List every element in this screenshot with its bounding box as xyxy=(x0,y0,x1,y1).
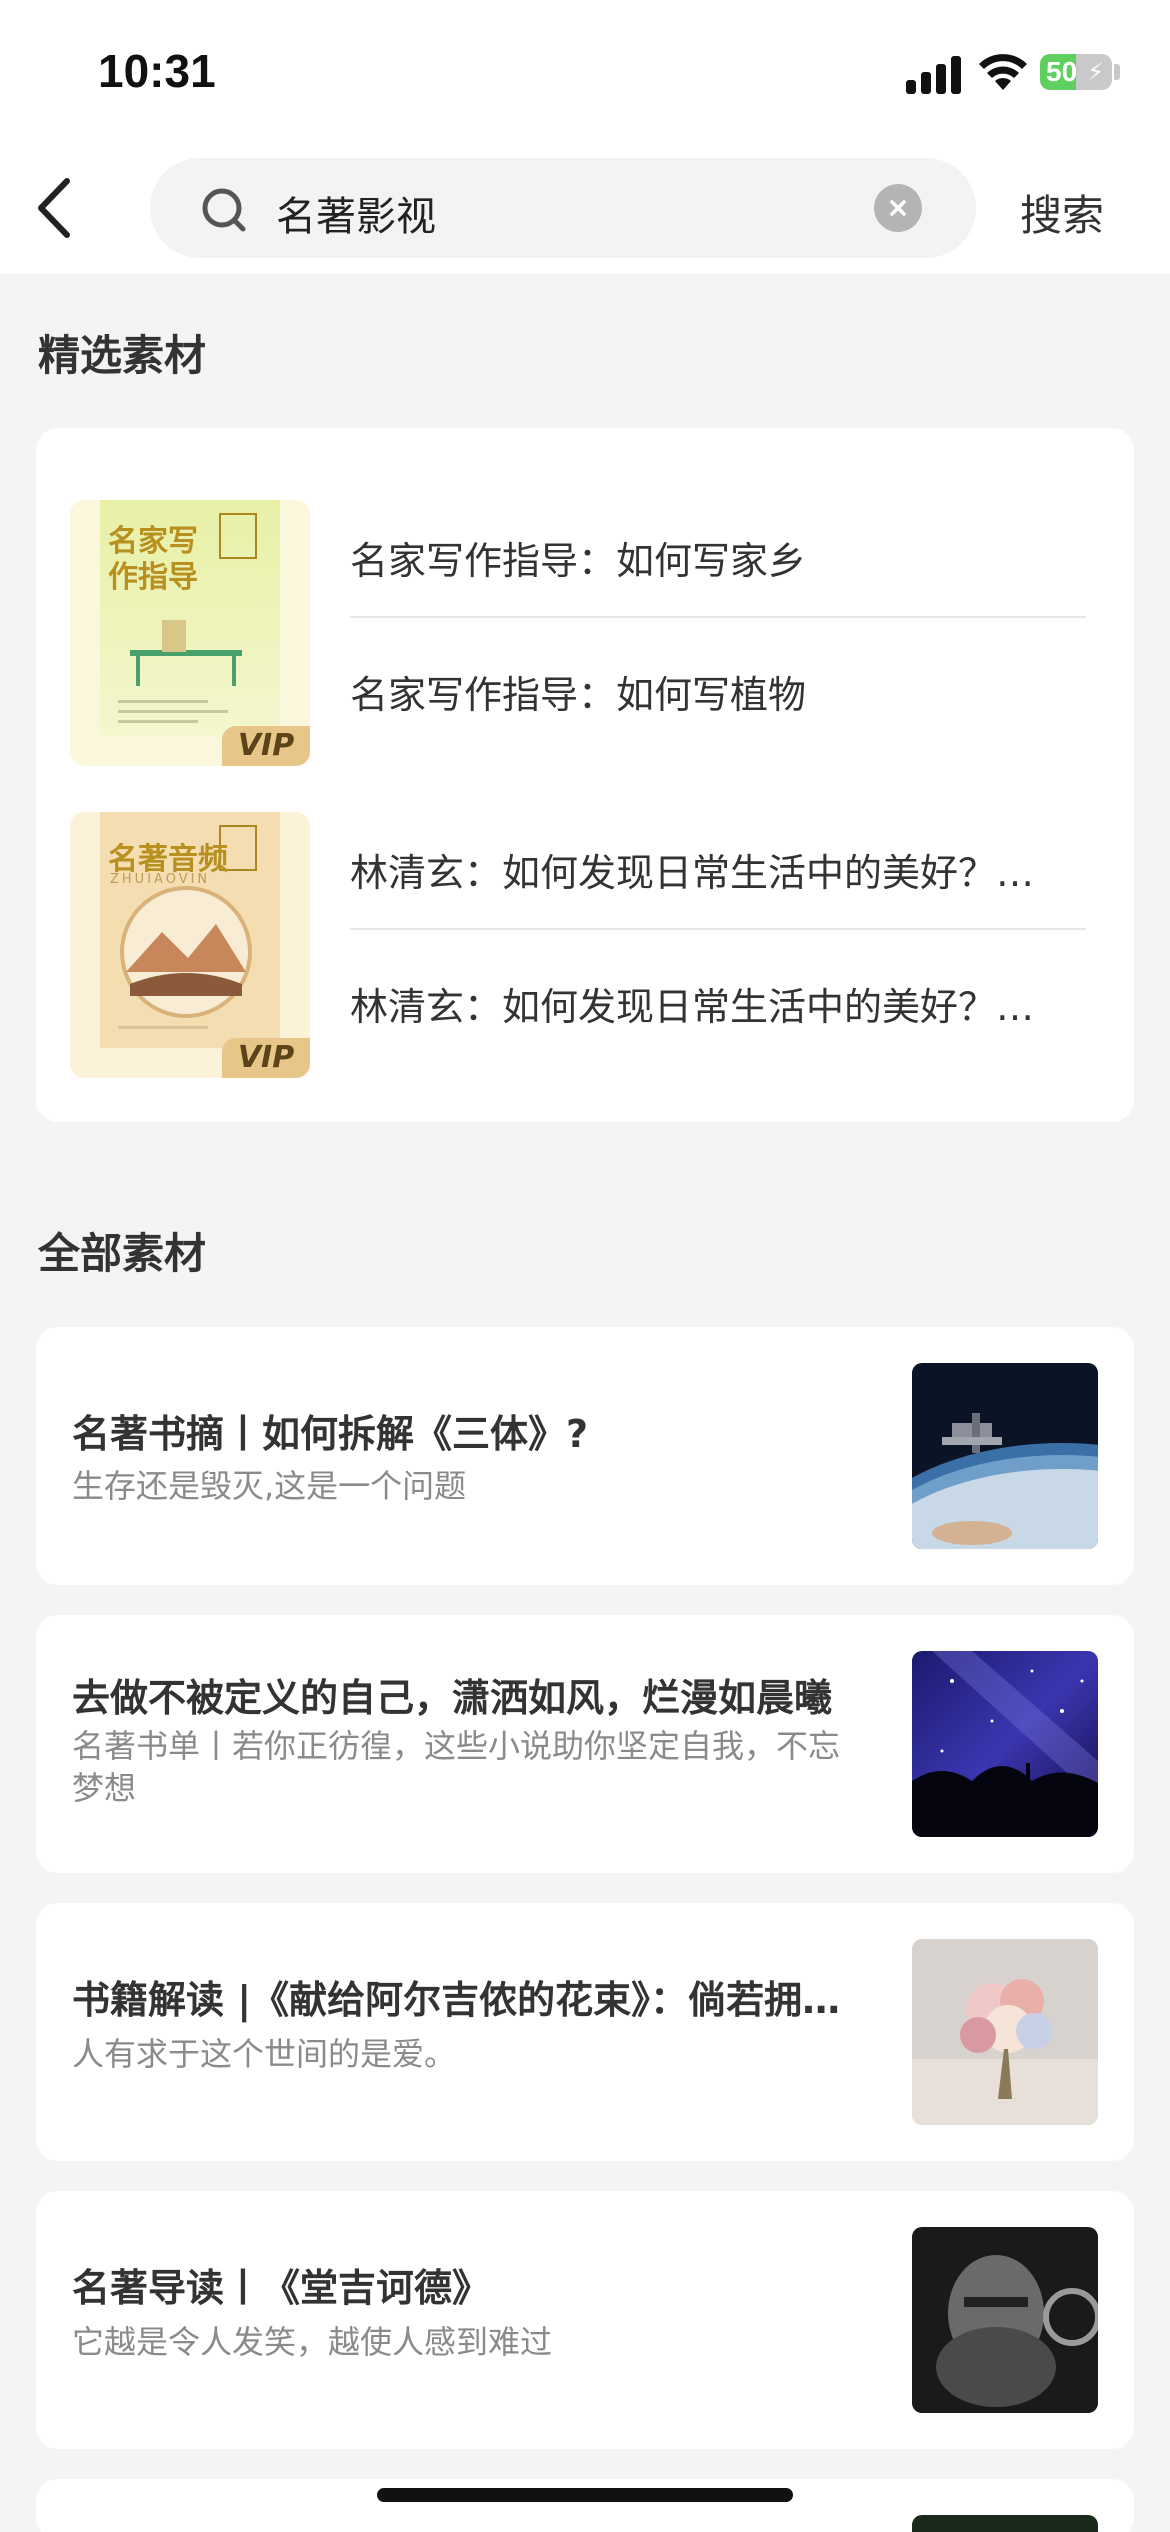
featured-link[interactable]: 名家写作指导：如何写家乡 xyxy=(350,530,1070,585)
cover-image[interactable]: 名著音频 ZHUIAOVIN VIP xyxy=(70,812,310,1078)
article-subtitle: 名著书单丨若你正彷徨，这些小说助你坚定自我，不忘梦想 xyxy=(72,1727,841,1807)
article-card[interactable] xyxy=(36,2479,1134,2532)
featured-link[interactable]: 名家写作指导：如何写植物 xyxy=(350,664,1070,719)
article-card[interactable]: 书籍解读 |《献给阿尔吉侬的花束》：倘若拥… 人有求于这个世间的是爱。 xyxy=(36,1903,1134,2161)
article-thumbnail xyxy=(912,2227,1098,2413)
search-input[interactable]: 名著影视 xyxy=(150,158,976,258)
home-indicator xyxy=(377,2488,793,2502)
battery-icon: 50 ⚡ xyxy=(1040,54,1112,90)
battery-level: 50 xyxy=(1046,56,1078,87)
featured-group: 名著音频 ZHUIAOVIN VIP 林清玄：如何发现日常生活中的美好？（… 林… xyxy=(36,812,1134,1078)
back-button[interactable] xyxy=(18,170,88,246)
clear-search-button[interactable] xyxy=(874,184,922,232)
cellular-signal-icon xyxy=(906,56,962,94)
article-thumbnail xyxy=(912,1939,1098,2125)
featured-card: 名家写作指导 VIP 名家写作指导：如何写家乡 名家写作指导：如何写植物 名著音… xyxy=(36,428,1134,1122)
article-subtitle: 它越是令人发笑，越使人感到难过 xyxy=(72,2323,553,2361)
search-header: 名著影视 搜索 xyxy=(0,150,1170,274)
article-thumbnail xyxy=(912,1651,1098,1837)
vip-badge: VIP xyxy=(222,726,310,766)
article-thumbnail xyxy=(912,2515,1098,2532)
divider xyxy=(350,616,1086,618)
search-icon xyxy=(202,188,246,232)
featured-link[interactable]: 林清玄：如何发现日常生活中的美好？（… xyxy=(350,976,1070,1031)
article-title: 书籍解读 |《献给阿尔吉侬的花束》：倘若拥… xyxy=(72,1978,841,2022)
divider xyxy=(350,928,1086,930)
close-icon xyxy=(890,200,906,216)
article-title: 去做不被定义的自己，潇洒如风，烂漫如晨曦 xyxy=(72,1676,833,1720)
featured-section-title: 精选素材 xyxy=(38,331,207,380)
featured-link[interactable]: 林清玄：如何发现日常生活中的美好？（… xyxy=(350,842,1070,897)
status-time: 10:31 xyxy=(98,45,216,97)
wifi-icon xyxy=(979,54,1027,90)
article-title: 名著导读丨《堂吉诃德》 xyxy=(72,2266,491,2310)
status-bar: 10:31 50 ⚡ xyxy=(0,0,1170,150)
article-card[interactable]: 名著书摘丨如何拆解《三体》? 生存还是毁灭,这是一个问题 xyxy=(36,1327,1134,1585)
search-button[interactable]: 搜索 xyxy=(1020,182,1104,243)
article-thumbnail xyxy=(912,1363,1098,1549)
all-section-title: 全部素材 xyxy=(38,1229,207,1278)
cover-subtitle: ZHUIAOVIN xyxy=(110,872,211,887)
featured-group: 名家写作指导 VIP 名家写作指导：如何写家乡 名家写作指导：如何写植物 xyxy=(36,500,1134,766)
article-title: 名著书摘丨如何拆解《三体》? xyxy=(72,1412,589,1456)
article-subtitle: 生存还是毁灭,这是一个问题 xyxy=(72,1467,467,1505)
cover-title: 名家写作指导 xyxy=(108,524,198,595)
article-card[interactable]: 名著导读丨《堂吉诃德》 它越是令人发笑，越使人感到难过 xyxy=(36,2191,1134,2449)
article-subtitle: 人有求于这个世间的是爱。 xyxy=(72,2035,457,2073)
vip-badge: VIP xyxy=(222,1038,310,1078)
article-card[interactable]: 去做不被定义的自己，潇洒如风，烂漫如晨曦 名著书单丨若你正彷徨，这些小说助你坚定… xyxy=(36,1615,1134,1873)
chevron-left-icon xyxy=(38,178,70,238)
search-query: 名著影视 xyxy=(276,194,436,240)
cover-image[interactable]: 名家写作指导 VIP xyxy=(70,500,310,766)
